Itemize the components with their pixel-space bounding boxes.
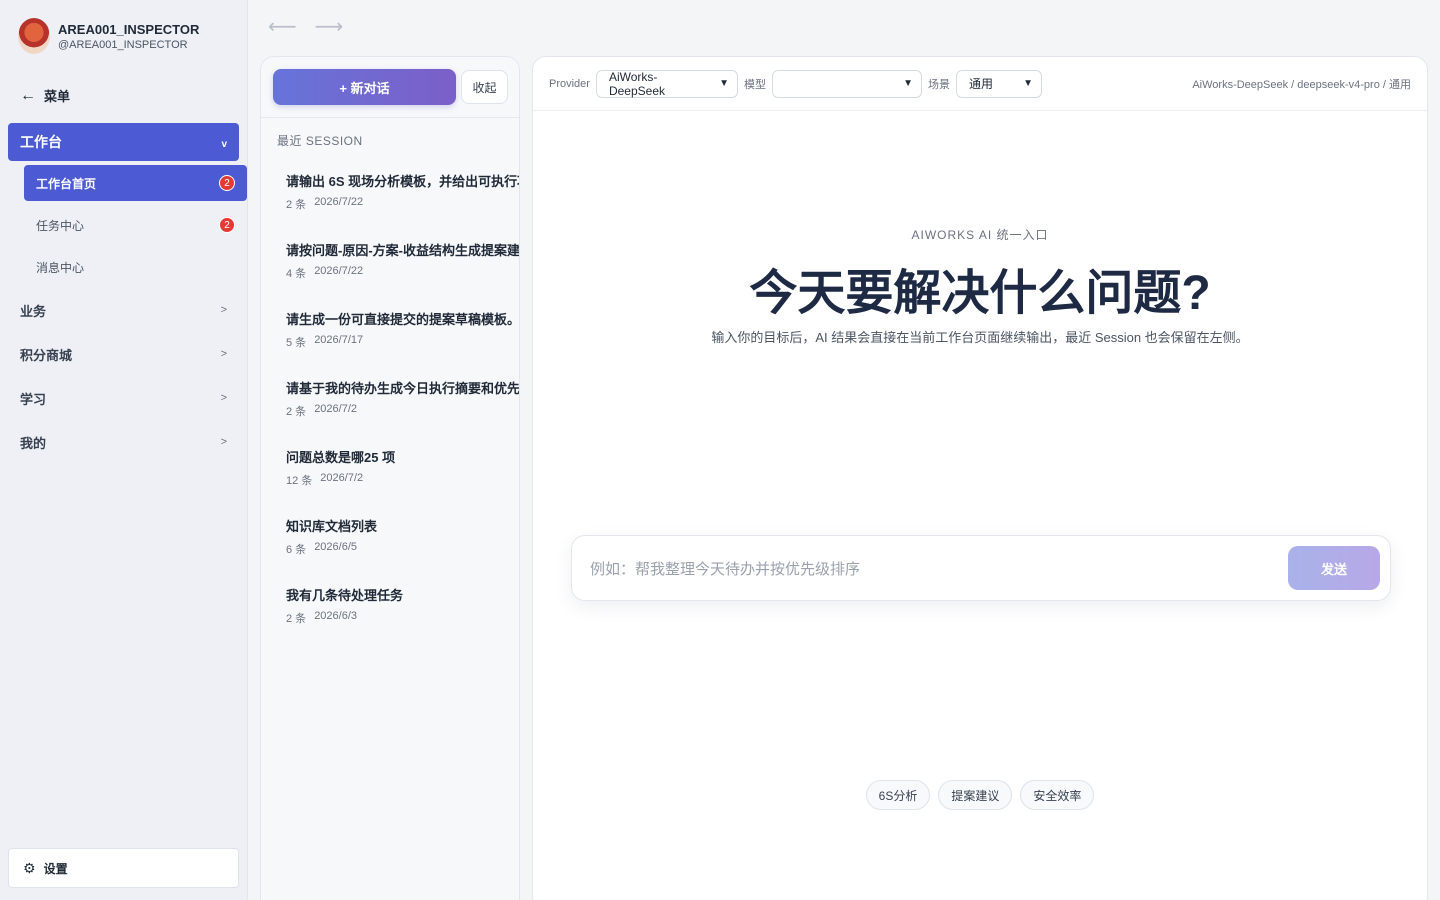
send-button[interactable]: 发送: [1288, 546, 1380, 590]
session-title: 请输出 6S 现场分析模板，并给出可执行项: [286, 174, 520, 189]
notification-badge: 2: [219, 175, 235, 191]
scene-select[interactable]: 通用 ▼: [955, 69, 1042, 98]
session-item[interactable]: 问题总数是哪25 项 12 条 2026/7/2: [286, 447, 519, 488]
session-count: 5 条: [286, 337, 307, 349]
model-path: AiWorks-DeepSeek / deepseek-v4-pro / 通用: [1192, 78, 1411, 91]
sidebar-item-label: 消息中心: [36, 260, 85, 275]
chevron-down-icon: ▼: [903, 78, 913, 89]
session-count: 2 条: [286, 199, 307, 211]
user-handle: @AREA001_INSPECTOR: [58, 38, 188, 51]
model-label: 模型: [743, 78, 766, 91]
settings-button[interactable]: ⚙ 设置: [8, 848, 239, 888]
gear-icon: ⚙: [23, 859, 36, 876]
avatar: [18, 18, 50, 54]
composer: 发送: [571, 535, 1391, 601]
user-profile[interactable]: AREA001_INSPECTOR @AREA001_INSPECTOR: [18, 18, 199, 54]
sidebar-item-label: 学习: [20, 391, 47, 407]
session-title: 我有几条待处理任务: [286, 588, 404, 603]
collapse-button[interactable]: 收起: [461, 70, 508, 104]
sidebar-item-label: 工作台首页: [36, 176, 97, 191]
session-item[interactable]: 知识库文档列表 6 条 2026/6/5: [286, 516, 519, 557]
chevron-down-icon: ▼: [719, 78, 729, 89]
sidebar-item-message-center[interactable]: 消息中心: [24, 249, 247, 285]
divider: [261, 117, 519, 118]
recent-sessions-heading: 最近 SESSION: [277, 134, 363, 148]
user-name: AREA001_INSPECTOR: [58, 21, 200, 37]
session-date: 2026/6/3: [314, 610, 358, 622]
session-date: 2026/7/22: [314, 196, 364, 208]
model-select[interactable]: ▼: [771, 69, 922, 98]
session-item[interactable]: 我有几条待处理任务 2 条 2026/6/3: [286, 585, 519, 626]
sidebar-item-label: 积分商城: [20, 347, 73, 363]
session-item[interactable]: 请按问题-原因-方案-收益结构生成提案建议 4 条 2026/7/22: [286, 240, 520, 281]
provider-label: Provider: [549, 77, 590, 90]
session-item[interactable]: 请生成一份可直接提交的提案草稿模板。 5 条 2026/7/17: [286, 309, 520, 350]
suggestion-chip-proposal[interactable]: 提案建议: [938, 780, 1013, 810]
chevron-down-icon: v: [221, 138, 227, 150]
sidebar-item-mine[interactable]: 我的 >: [8, 424, 239, 460]
session-title: 知识库文档列表: [286, 519, 378, 534]
session-item[interactable]: 请输出 6S 现场分析模板，并给出可执行项 2 条 2026/7/22: [286, 171, 520, 212]
suggestion-chips: 6S分析 提案建议 安全效率: [533, 780, 1427, 810]
arrow-left-icon[interactable]: ⟵: [268, 14, 297, 39]
sidebar-item-label: 任务中心: [36, 218, 85, 233]
session-date: 2026/6/5: [314, 541, 358, 553]
provider-select[interactable]: AiWorks-DeepSeek ▼: [595, 69, 738, 98]
chevron-right-icon: >: [220, 392, 227, 404]
session-date: 2026/7/2: [314, 403, 358, 415]
prompt-input[interactable]: [590, 554, 1270, 584]
sidebar-item-workbench-home[interactable]: 工作台首页 2: [24, 165, 247, 201]
chevron-right-icon: >: [220, 348, 227, 360]
history-nav: ⟵ ⟶: [268, 14, 343, 39]
session-count: 6 条: [286, 544, 307, 556]
session-count: 12 条: [286, 475, 313, 487]
session-panel: + 新对话 收起 最近 SESSION 请输出 6S 现场分析模板，并给出可执行…: [260, 56, 520, 900]
session-date: 2026/7/22: [314, 265, 364, 277]
session-count: 4 条: [286, 268, 307, 280]
session-item[interactable]: 请基于我的待办生成今日执行摘要和优先级 2 条 2026/7/2: [286, 378, 520, 419]
session-title: 请生成一份可直接提交的提案草稿模板。: [286, 312, 520, 327]
sidebar-item-task-center[interactable]: 任务中心 2: [24, 207, 247, 243]
sidebar: AREA001_INSPECTOR @AREA001_INSPECTOR ← 菜…: [0, 0, 248, 900]
sidebar-item-points-mall[interactable]: 积分商城 >: [8, 336, 239, 372]
notification-badge: 2: [219, 217, 235, 233]
hero-subtitle: 输入你的目标后，AI 结果会直接在当前工作台页面继续输出，最近 Session …: [711, 330, 1249, 345]
session-title: 问题总数是哪25 项: [286, 450, 396, 465]
menu-back-label: 菜单: [44, 89, 71, 104]
chevron-right-icon: >: [220, 304, 227, 316]
session-date: 2026/7/2: [320, 472, 364, 484]
scene-value: 通用: [968, 77, 993, 91]
model-toolbar: Provider AiWorks-DeepSeek ▼ 模型 ▼ 场景 通用 ▼…: [533, 57, 1427, 111]
chevron-right-icon: >: [220, 436, 227, 448]
hero-kicker: AIWORKS AI 统一入口: [911, 228, 1049, 242]
new-chat-button[interactable]: + 新对话: [273, 69, 456, 105]
sidebar-item-learning[interactable]: 学习 >: [8, 380, 239, 416]
main-chat-area: Provider AiWorks-DeepSeek ▼ 模型 ▼ 场景 通用 ▼…: [532, 56, 1428, 900]
provider-value: AiWorks-DeepSeek: [608, 69, 666, 98]
chevron-down-icon: ▼: [1023, 78, 1033, 89]
nav-group-label: 工作台: [20, 134, 62, 150]
sidebar-item-label: 我的: [20, 435, 47, 451]
page-title: 今天要解决什么问题?: [749, 267, 1211, 320]
sidebar-item-business[interactable]: 业务 >: [8, 292, 239, 328]
menu-back-button[interactable]: ← 菜单: [20, 86, 70, 105]
sidebar-item-label: 业务: [20, 303, 47, 319]
settings-label: 设置: [43, 861, 68, 876]
suggestion-chip-6s[interactable]: 6S分析: [865, 780, 931, 810]
arrow-left-icon: ←: [20, 86, 36, 104]
arrow-right-icon[interactable]: ⟶: [315, 14, 344, 39]
session-date: 2026/7/17: [314, 334, 364, 346]
suggestion-chip-safety[interactable]: 安全效率: [1020, 780, 1095, 810]
session-title: 请基于我的待办生成今日执行摘要和优先级: [286, 381, 520, 396]
session-count: 2 条: [286, 613, 307, 625]
scene-label: 场景: [927, 78, 950, 91]
session-count: 2 条: [286, 406, 307, 418]
session-title: 请按问题-原因-方案-收益结构生成提案建议: [286, 243, 520, 258]
nav-group-workbench[interactable]: 工作台 v: [8, 123, 239, 161]
